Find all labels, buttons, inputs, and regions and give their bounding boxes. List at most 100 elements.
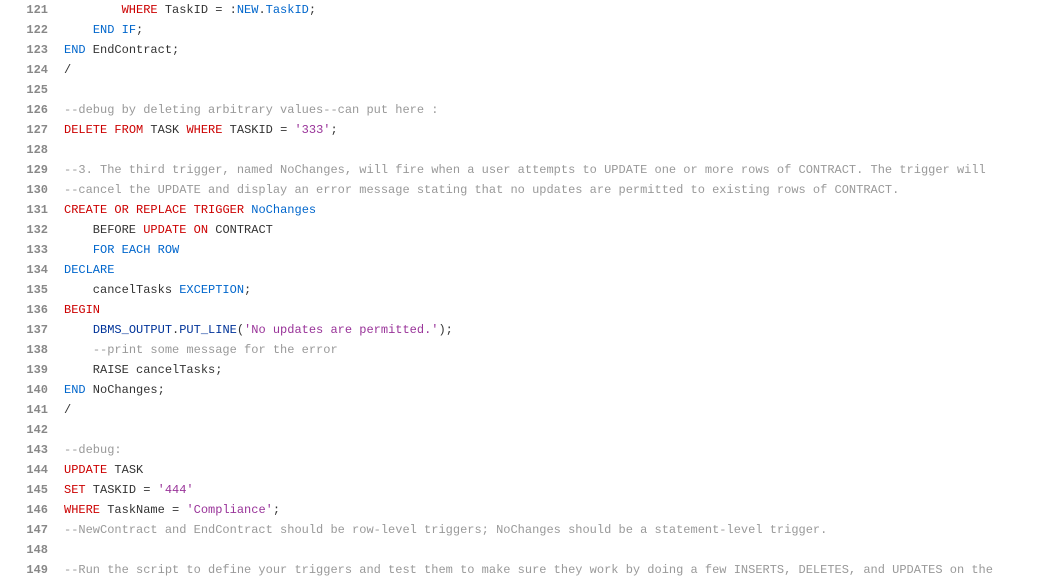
code-token: DBMS_OUTPUT [93, 323, 172, 337]
code-line[interactable]: 129 --3. The third trigger, named NoChang… [0, 160, 1054, 180]
line-number: 128 [0, 140, 60, 160]
code-token: FOR [93, 243, 115, 257]
code-token: IF [122, 23, 136, 37]
code-token: EXCEPTION [179, 283, 244, 297]
code-token: BEGIN [64, 303, 100, 317]
code-line[interactable]: 144UPDATE TASK [0, 460, 1054, 480]
code-line[interactable]: 141/ [0, 400, 1054, 420]
code-content[interactable]: --debug by deleting arbitrary values--ca… [60, 100, 1054, 120]
code-line[interactable]: 142 [0, 420, 1054, 440]
code-content[interactable]: DECLARE [60, 260, 1054, 280]
code-content[interactable]: WHERE TaskID = :NEW.TaskID; [60, 0, 1054, 20]
line-number: 126 [0, 100, 60, 120]
code-token: BEFORE [64, 223, 143, 237]
code-line[interactable]: 136 BEGIN [0, 300, 1054, 320]
code-content[interactable]: FOR EACH ROW [60, 240, 1054, 260]
code-token: cancelTasks [64, 283, 179, 297]
code-content[interactable]: END IF; [60, 20, 1054, 40]
code-content[interactable]: / [60, 400, 1054, 420]
code-line[interactable]: 131CREATE OR REPLACE TRIGGER NoChanges [0, 200, 1054, 220]
code-token: ON [194, 223, 208, 237]
code-editor[interactable]: 121 WHERE TaskID = :NEW.TaskID;122 END I… [0, 0, 1054, 580]
code-line[interactable]: 123END EndContract; [0, 40, 1054, 60]
code-content[interactable]: --debug: [60, 440, 1054, 460]
code-token: 'No updates are permitted.' [244, 323, 438, 337]
code-line[interactable]: 124/ [0, 60, 1054, 80]
line-number: 145 [0, 480, 60, 500]
code-token [150, 483, 157, 497]
line-number: 135 [0, 280, 60, 300]
code-token: END [93, 23, 115, 37]
code-content[interactable]: DELETE FROM TASK WHERE TASKID = '333'; [60, 120, 1054, 140]
code-token: ; [309, 3, 316, 17]
line-number: 143 [0, 440, 60, 460]
code-content[interactable]: --NewContract and EndContract should be … [60, 520, 1054, 540]
code-content[interactable]: CREATE OR REPLACE TRIGGER NoChanges [60, 200, 1054, 220]
code-content[interactable]: --print some message for the error [60, 340, 1054, 360]
code-line[interactable]: 138 --print some message for the error [0, 340, 1054, 360]
code-token: WHERE [186, 123, 222, 137]
code-content[interactable]: --3. The third trigger, named NoChanges,… [60, 160, 1054, 180]
code-line[interactable]: 147--NewContract and EndContract should … [0, 520, 1054, 540]
code-content[interactable]: BEFORE UPDATE ON CONTRACT [60, 220, 1054, 240]
code-token [150, 243, 157, 257]
code-token [64, 3, 122, 17]
code-line[interactable]: 148 [0, 540, 1054, 560]
code-line[interactable]: 149--Run the script to define your trigg… [0, 560, 1054, 580]
code-content[interactable] [60, 420, 1054, 440]
code-content[interactable]: END NoChanges; [60, 380, 1054, 400]
code-line[interactable]: 128 [0, 140, 1054, 160]
code-content[interactable]: UPDATE TASK [60, 460, 1054, 480]
code-content[interactable] [60, 140, 1054, 160]
line-number: 136 [0, 300, 60, 320]
code-content[interactable]: END EndContract; [60, 40, 1054, 60]
code-content[interactable]: SET TASKID = '444' [60, 480, 1054, 500]
code-token: ; [244, 283, 251, 297]
code-token: TASKID [222, 123, 280, 137]
code-line[interactable]: 134DECLARE [0, 260, 1054, 280]
code-line[interactable]: 130--cancel the UPDATE and display an er… [0, 180, 1054, 200]
code-token: TaskID [266, 3, 309, 17]
code-token: --cancel the UPDATE and display an error… [64, 183, 899, 197]
code-content[interactable]: RAISE cancelTasks; [60, 360, 1054, 380]
code-content[interactable]: BEGIN [60, 300, 1054, 320]
code-line[interactable]: 125 [0, 80, 1054, 100]
code-token: DELETE [64, 123, 107, 137]
code-token: OR [114, 203, 128, 217]
code-content[interactable]: cancelTasks EXCEPTION; [60, 280, 1054, 300]
code-line[interactable]: 140END NoChanges; [0, 380, 1054, 400]
line-number: 133 [0, 240, 60, 260]
code-line[interactable]: 143 --debug: [0, 440, 1054, 460]
code-token: ( [237, 323, 244, 337]
code-line[interactable]: 135 cancelTasks EXCEPTION; [0, 280, 1054, 300]
code-content[interactable]: --cancel the UPDATE and display an error… [60, 180, 1054, 200]
code-line[interactable]: 146WHERE TaskName = 'Compliance'; [0, 500, 1054, 520]
code-line[interactable]: 132 BEFORE UPDATE ON CONTRACT [0, 220, 1054, 240]
code-line[interactable]: 127DELETE FROM TASK WHERE TASKID = '333'… [0, 120, 1054, 140]
code-content[interactable]: DBMS_OUTPUT.PUT_LINE('No updates are per… [60, 320, 1054, 340]
code-content[interactable] [60, 540, 1054, 560]
code-token: / [64, 403, 71, 417]
code-line[interactable]: 122 END IF; [0, 20, 1054, 40]
code-token: TASK [107, 463, 143, 477]
code-content[interactable]: / [60, 60, 1054, 80]
code-token: NEW [237, 3, 259, 17]
code-line[interactable]: 139 RAISE cancelTasks; [0, 360, 1054, 380]
code-token: --3. The third trigger, named NoChanges,… [64, 163, 986, 177]
code-token: --debug: [64, 443, 122, 457]
code-token: --debug by deleting arbitrary values--ca… [64, 103, 438, 117]
code-line[interactable]: 126 --debug by deleting arbitrary values-… [0, 100, 1054, 120]
code-line[interactable]: 145SET TASKID = '444' [0, 480, 1054, 500]
code-token: END [64, 43, 86, 57]
code-line[interactable]: 121 WHERE TaskID = :NEW.TaskID; [0, 0, 1054, 20]
line-number: 124 [0, 60, 60, 80]
code-token: ; [273, 503, 280, 517]
line-number: 129 [0, 160, 60, 180]
code-token: ROW [158, 243, 180, 257]
code-content[interactable]: --Run the script to define your triggers… [60, 560, 1054, 580]
code-line[interactable]: 137 DBMS_OUTPUT.PUT_LINE('No updates are… [0, 320, 1054, 340]
code-line[interactable]: 133 FOR EACH ROW [0, 240, 1054, 260]
code-token: : [222, 3, 236, 17]
code-content[interactable] [60, 80, 1054, 100]
code-content[interactable]: WHERE TaskName = 'Compliance'; [60, 500, 1054, 520]
